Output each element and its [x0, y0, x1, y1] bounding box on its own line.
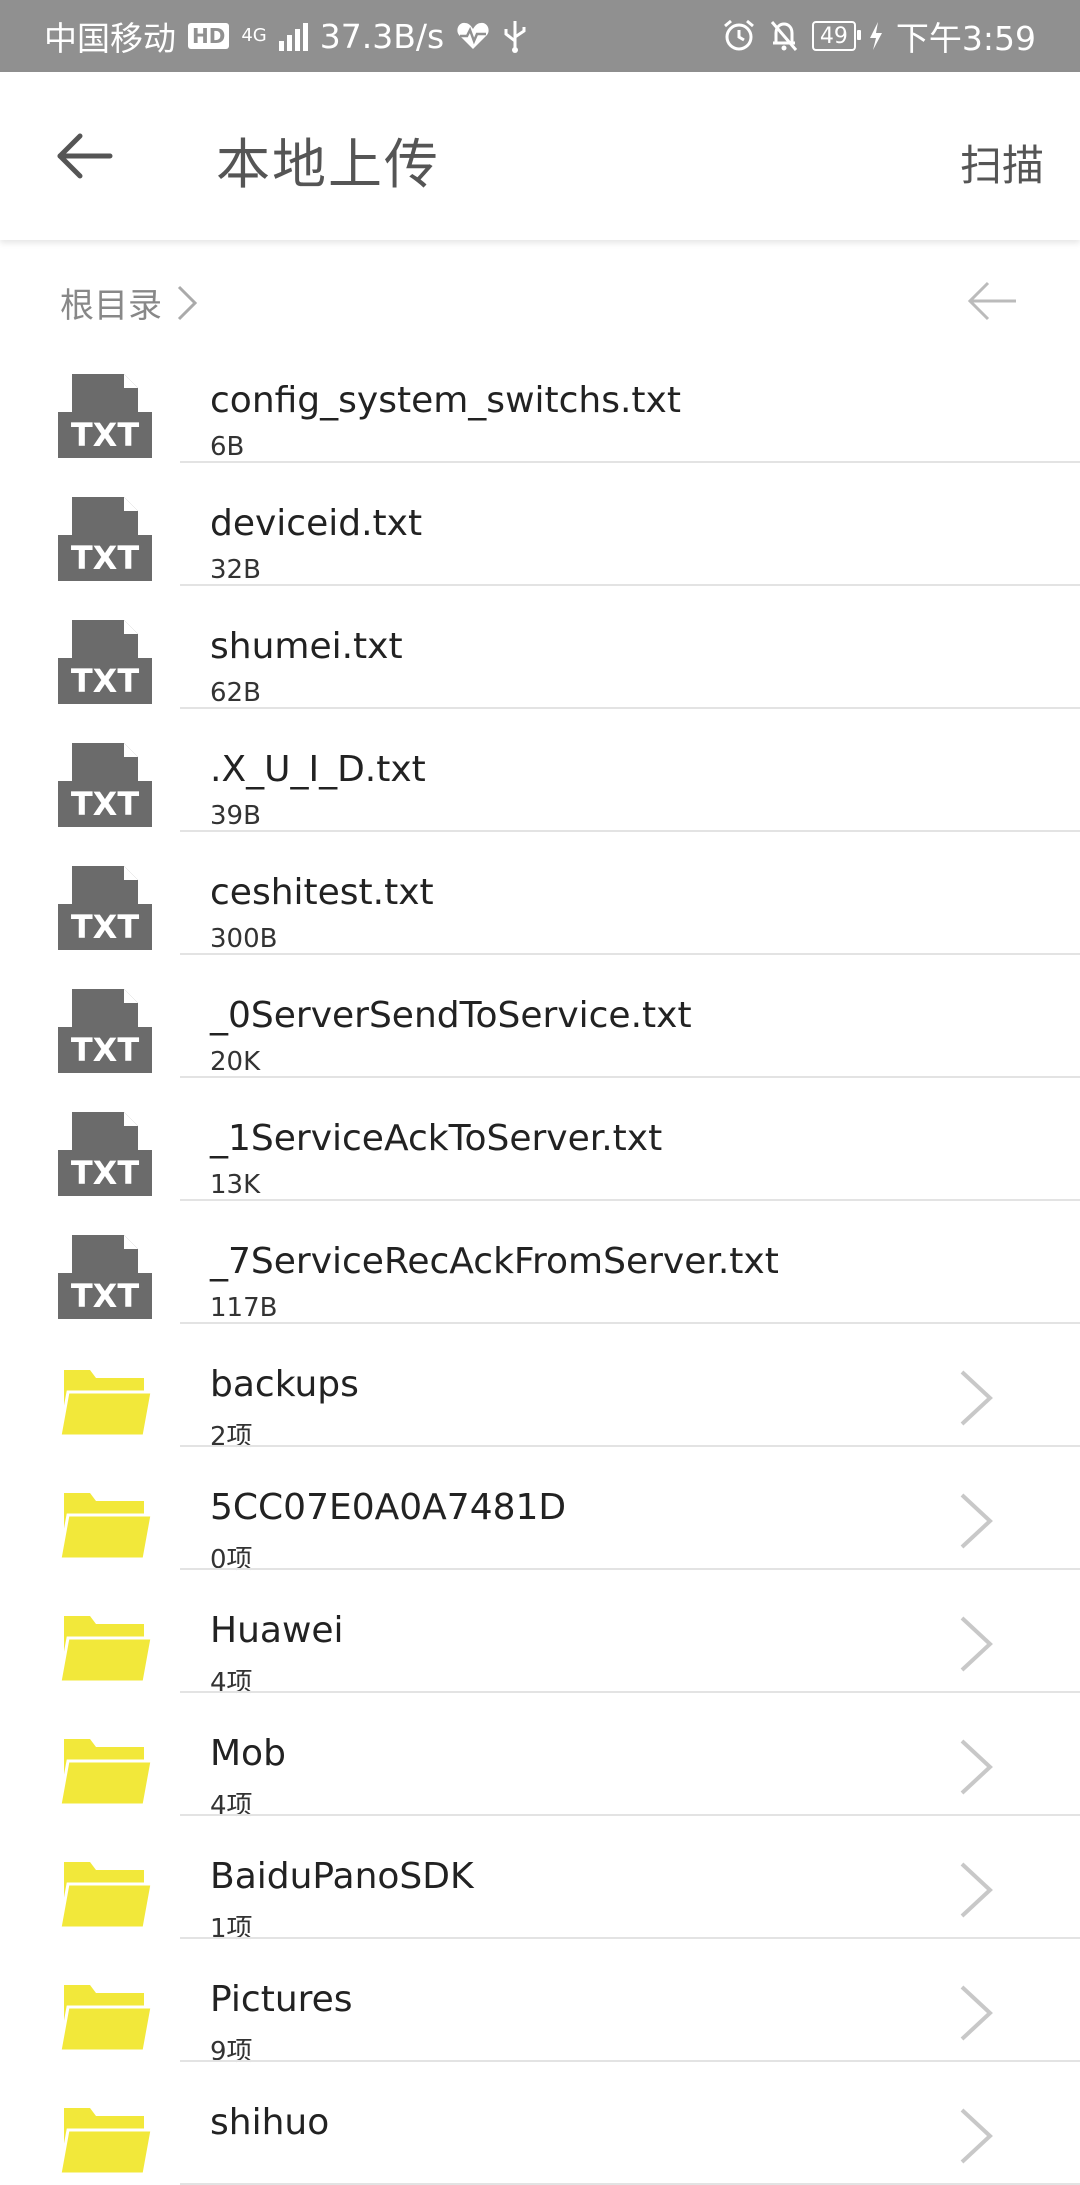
folder-icon — [58, 1739, 152, 1807]
file-row[interactable]: TXT _0ServerSendToService.txt 20K — [0, 955, 1080, 1078]
app-bar: 本地上传 扫描 — [0, 72, 1080, 240]
chevron-right-icon — [960, 1493, 993, 1549]
folder-icon — [58, 1862, 152, 1930]
file-row[interactable]: TXT ceshitest.txt 300B — [0, 832, 1080, 955]
txt-file-icon: TXT — [58, 1112, 152, 1196]
txt-icon-label: TXT — [71, 662, 140, 700]
folder-row[interactable]: Huawei 4项 — [0, 1570, 1080, 1698]
folder-row[interactable]: BaiduPanoSDK 1项 — [0, 1816, 1080, 1944]
file-name: BaiduPanoSDK — [210, 1856, 474, 1897]
file-size: 13K — [210, 1170, 261, 1200]
page-title: 本地上传 — [216, 133, 440, 196]
file-name: _7ServiceRecAckFromServer.txt — [210, 1241, 779, 1282]
breadcrumb: 根目录 — [60, 278, 198, 327]
file-row[interactable]: TXT config_system_switchs.txt 6B — [0, 340, 1080, 463]
txt-file-icon: TXT — [58, 989, 152, 1073]
folder-icon — [58, 1985, 152, 2053]
file-name: shihuo — [210, 2102, 330, 2143]
file-name: config_system_switchs.txt — [210, 380, 681, 421]
file-size: 39B — [210, 801, 261, 831]
chevron-right-icon — [960, 1739, 993, 1795]
battery-icon: 49 — [811, 21, 861, 51]
file-name: Mob — [210, 1733, 286, 1774]
file-size: 6B — [210, 432, 245, 462]
file-name: _1ServiceAckToServer.txt — [210, 1118, 663, 1159]
txt-file-icon: TXT — [58, 497, 152, 581]
folder-icon — [58, 2108, 152, 2176]
status-right: 49 下午3:59 — [722, 12, 1036, 60]
file-name: _0ServerSendToService.txt — [210, 995, 692, 1036]
txt-file-icon: TXT — [58, 866, 152, 950]
breadcrumb-row: 根目录 — [0, 260, 1080, 340]
usb-icon — [504, 21, 526, 53]
file-name: .X_U_I_D.txt — [210, 749, 426, 790]
folder-icon — [58, 1493, 152, 1561]
txt-icon-label: TXT — [71, 908, 140, 946]
alarm-icon — [723, 19, 754, 51]
txt-icon-label: TXT — [71, 416, 140, 454]
bell-mute-icon — [770, 21, 798, 51]
txt-icon-label: TXT — [71, 1031, 140, 1069]
file-row[interactable]: TXT _1ServiceAckToServer.txt 13K — [0, 1078, 1080, 1201]
txt-icon-label: TXT — [71, 785, 140, 823]
txt-icon-label: TXT — [71, 1154, 140, 1192]
chevron-right-icon — [960, 1370, 993, 1426]
network-label: 4G — [241, 25, 267, 46]
txt-file-icon: TXT — [58, 1235, 152, 1319]
chevron-right-icon — [960, 1862, 993, 1918]
file-name: Pictures — [210, 1979, 353, 2020]
folder-row[interactable]: 5CC07E0A0A7481D 0项 — [0, 1447, 1080, 1575]
file-name: deviceid.txt — [210, 503, 423, 544]
txt-file-icon: TXT — [58, 374, 152, 458]
chevron-right-icon — [177, 285, 198, 320]
chevron-right-icon — [960, 1985, 993, 2041]
file-name: ceshitest.txt — [210, 872, 434, 913]
txt-file-icon: TXT — [58, 743, 152, 827]
status-left: 中国移动 HD 4G 37.3B/s — [44, 12, 528, 60]
file-row[interactable]: TXT _7ServiceRecAckFromServer.txt 117B — [0, 1201, 1080, 1324]
breadcrumb-root[interactable]: 根目录 — [60, 278, 162, 327]
status-bar: 中国移动 HD 4G 37.3B/s 49 下午3:59 — [0, 0, 1080, 72]
txt-icon-label: TXT — [71, 539, 140, 577]
file-name: Huawei — [210, 1610, 344, 1651]
file-name: backups — [210, 1364, 359, 1405]
folder-icon — [58, 1616, 152, 1684]
txt-icon-label: TXT — [71, 1277, 140, 1315]
heart-rate-icon — [457, 22, 489, 49]
hd-icon: HD — [188, 23, 230, 49]
file-row[interactable]: TXT shumei.txt 62B — [0, 586, 1080, 709]
folder-row[interactable]: Mob 4项 — [0, 1693, 1080, 1821]
chevron-right-icon — [960, 1616, 993, 1672]
carrier-label: 中国移动 — [44, 19, 176, 58]
file-size: 117B — [210, 1293, 278, 1323]
file-name: shumei.txt — [210, 626, 403, 667]
file-size: 32B — [210, 555, 261, 585]
folder-row[interactable]: shihuo — [0, 2062, 1080, 2185]
chevron-right-icon — [960, 2108, 993, 2164]
folder-row[interactable]: backups 2项 — [0, 1324, 1080, 1452]
file-name: 5CC07E0A0A7481D — [210, 1487, 567, 1528]
scan-button[interactable]: 扫描 — [960, 132, 1044, 193]
file-row[interactable]: TXT .X_U_I_D.txt 39B — [0, 709, 1080, 832]
clock-label: 下午3:59 — [895, 19, 1036, 58]
file-row[interactable]: TXT deviceid.txt 32B — [0, 463, 1080, 586]
battery-level: 49 — [819, 23, 848, 49]
txt-file-icon: TXT — [58, 620, 152, 704]
signal-icon — [278, 21, 308, 51]
folder-row[interactable]: Pictures 9项 — [0, 1939, 1080, 2067]
folder-icon — [58, 1370, 152, 1438]
parent-directory-arrow-icon[interactable] — [966, 274, 1020, 328]
file-size: 62B — [210, 678, 261, 708]
back-arrow-icon[interactable] — [52, 124, 116, 188]
file-size: 300B — [210, 924, 278, 954]
net-speed-label: 37.3B/s — [319, 16, 445, 56]
file-list: TXT config_system_switchs.txt 6B TXT devi… — [0, 340, 1080, 2185]
file-size: 20K — [210, 1047, 261, 1077]
charging-icon — [869, 22, 882, 50]
